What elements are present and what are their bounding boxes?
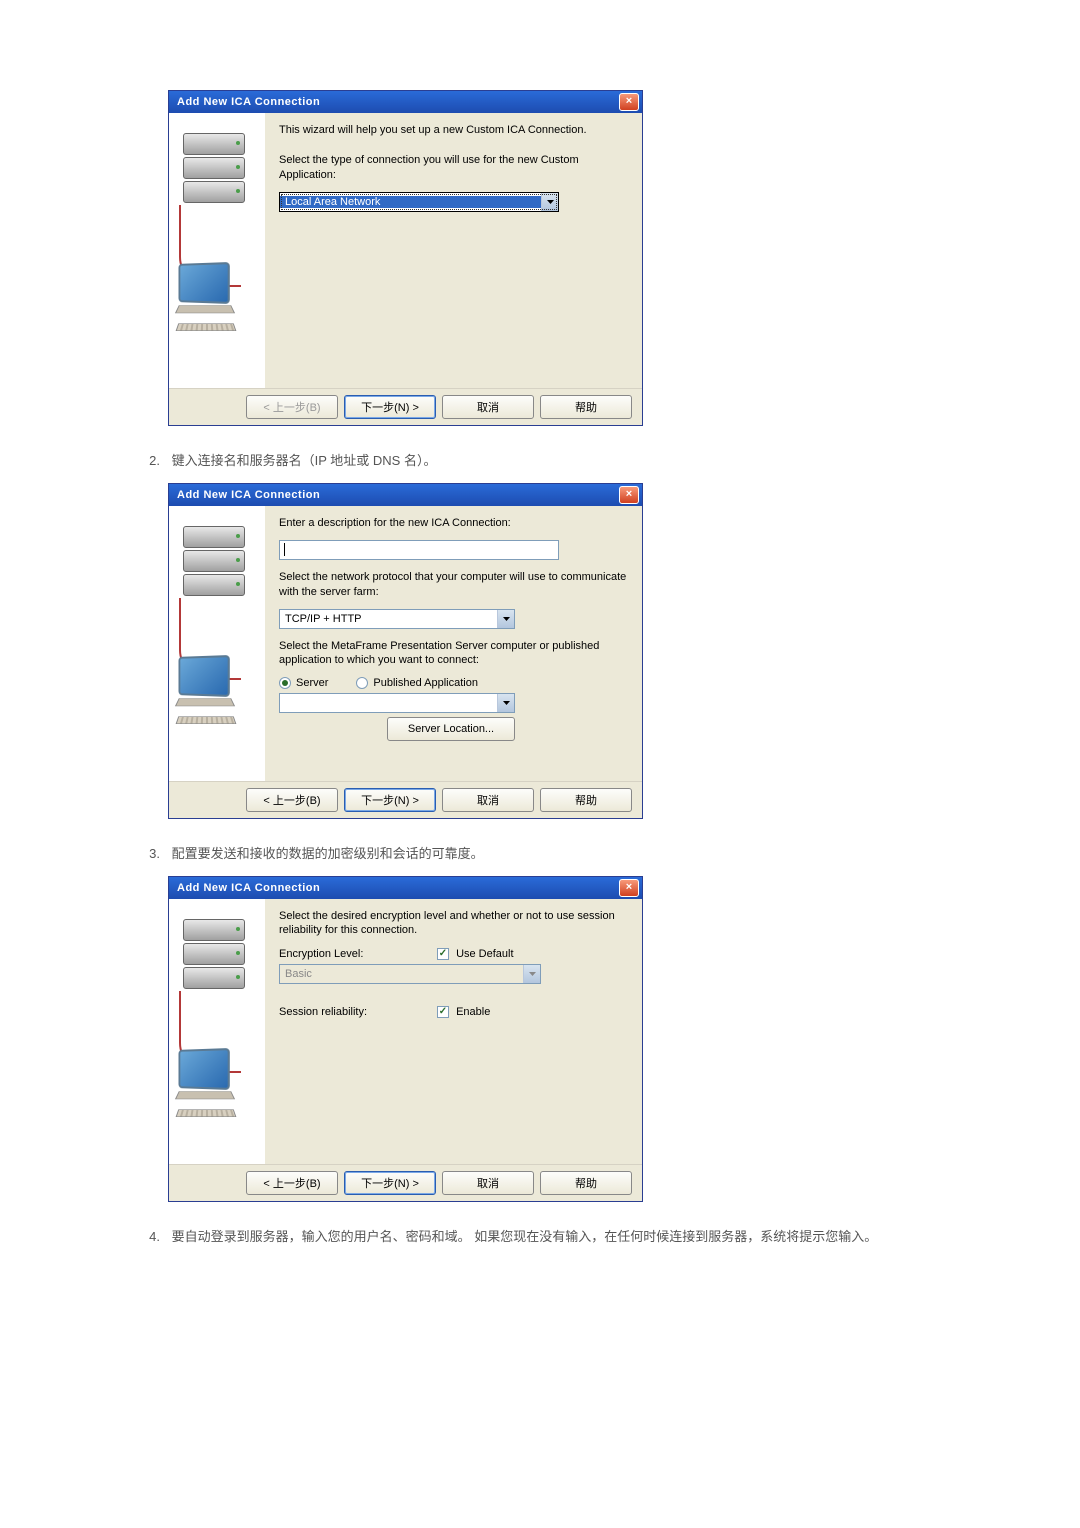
step-4-caption: 4. 要自动登录到服务器，输入您的用户名、密码和域。 如果您现在没有输入，在任何… [140, 1226, 940, 1245]
server-location-button[interactable]: Server Location... [387, 717, 515, 741]
step-number: 3. [140, 846, 160, 861]
radio-server[interactable]: Server [279, 677, 328, 689]
connection-target-radio-group: Server Published Application [279, 677, 628, 689]
help-button[interactable]: 帮助 [540, 788, 632, 812]
step-text: 键入连接名和服务器名（IP 地址或 DNS 名）。 [172, 453, 437, 468]
help-button[interactable]: 帮助 [540, 1171, 632, 1195]
back-button: < 上一步(B) [246, 395, 338, 419]
titlebar[interactable]: Add New ICA Connection × [169, 484, 642, 506]
chevron-down-icon [523, 965, 540, 983]
checkbox-icon [437, 1006, 449, 1018]
step-number: 4. [140, 1229, 160, 1244]
server-select-label: Select the MetaFrame Presentation Server… [279, 639, 628, 668]
window-title: Add New ICA Connection [177, 489, 320, 501]
chevron-down-icon [497, 610, 514, 628]
instruction-text: Select the type of connection you will u… [279, 153, 628, 182]
wizard-dialog-2: Add New ICA Connection × Enter a descrip… [168, 483, 643, 819]
titlebar[interactable]: Add New ICA Connection × [169, 877, 642, 899]
radio-label: Published Application [373, 677, 478, 689]
instruction-text: Select the desired encryption level and … [279, 909, 628, 938]
select-value: Local Area Network [280, 196, 541, 208]
protocol-label: Select the network protocol that your co… [279, 570, 628, 599]
wizard-graphic [169, 113, 265, 388]
description-label: Enter a description for the new ICA Conn… [279, 516, 628, 530]
next-button[interactable]: 下一步(N) > [344, 395, 436, 419]
step-2-caption: 2. 键入连接名和服务器名（IP 地址或 DNS 名）。 [140, 450, 940, 469]
dialog-footer: < 上一步(B) 下一步(N) > 取消 帮助 [169, 388, 642, 425]
next-button[interactable]: 下一步(N) > [344, 788, 436, 812]
wizard-dialog-3: Add New ICA Connection × Select the desi… [168, 876, 643, 1202]
server-select[interactable] [279, 693, 515, 713]
radio-label: Server [296, 677, 328, 689]
checkbox-label: Enable [456, 1006, 490, 1018]
close-icon[interactable]: × [619, 93, 639, 111]
encryption-level-label: Encryption Level: [279, 948, 389, 960]
radio-icon [279, 677, 291, 689]
next-button[interactable]: 下一步(N) > [344, 1171, 436, 1195]
close-icon[interactable]: × [619, 486, 639, 504]
protocol-select[interactable]: TCP/IP + HTTP [279, 609, 515, 629]
radio-icon [356, 677, 368, 689]
step-text: 要自动登录到服务器，输入您的用户名、密码和域。 如果您现在没有输入，在任何时候连… [172, 1229, 878, 1244]
cancel-button[interactable]: 取消 [442, 395, 534, 419]
step-text: 配置要发送和接收的数据的加密级别和会话的可靠度。 [172, 846, 484, 861]
close-icon[interactable]: × [619, 879, 639, 897]
chevron-down-icon [541, 193, 558, 211]
window-title: Add New ICA Connection [177, 96, 320, 108]
radio-published-app[interactable]: Published Application [356, 677, 478, 689]
use-default-checkbox[interactable]: Use Default [437, 948, 514, 960]
dialog-footer: < 上一步(B) 下一步(N) > 取消 帮助 [169, 781, 642, 818]
select-value: Basic [280, 968, 523, 980]
step-number: 2. [140, 453, 160, 468]
cancel-button[interactable]: 取消 [442, 788, 534, 812]
titlebar[interactable]: Add New ICA Connection × [169, 91, 642, 113]
session-reliability-label: Session reliability: [279, 1006, 389, 1018]
wizard-graphic [169, 899, 265, 1164]
wizard-dialog-1: Add New ICA Connection × This wizard wil… [168, 90, 643, 426]
enable-checkbox[interactable]: Enable [437, 1006, 490, 1018]
select-value: TCP/IP + HTTP [280, 613, 497, 625]
cancel-button[interactable]: 取消 [442, 1171, 534, 1195]
window-title: Add New ICA Connection [177, 882, 320, 894]
back-button[interactable]: < 上一步(B) [246, 1171, 338, 1195]
wizard-graphic [169, 506, 265, 781]
step-3-caption: 3. 配置要发送和接收的数据的加密级别和会话的可靠度。 [140, 843, 940, 862]
checkbox-label: Use Default [456, 948, 513, 960]
back-button[interactable]: < 上一步(B) [246, 788, 338, 812]
encryption-level-select: Basic [279, 964, 541, 984]
connection-type-select[interactable]: Local Area Network [279, 192, 559, 212]
dialog-footer: < 上一步(B) 下一步(N) > 取消 帮助 [169, 1164, 642, 1201]
description-input[interactable] [279, 540, 559, 560]
document-page: Add New ICA Connection × This wizard wil… [0, 0, 1080, 1528]
intro-text: This wizard will help you set up a new C… [279, 123, 628, 137]
chevron-down-icon [497, 694, 514, 712]
checkbox-icon [437, 948, 449, 960]
help-button[interactable]: 帮助 [540, 395, 632, 419]
